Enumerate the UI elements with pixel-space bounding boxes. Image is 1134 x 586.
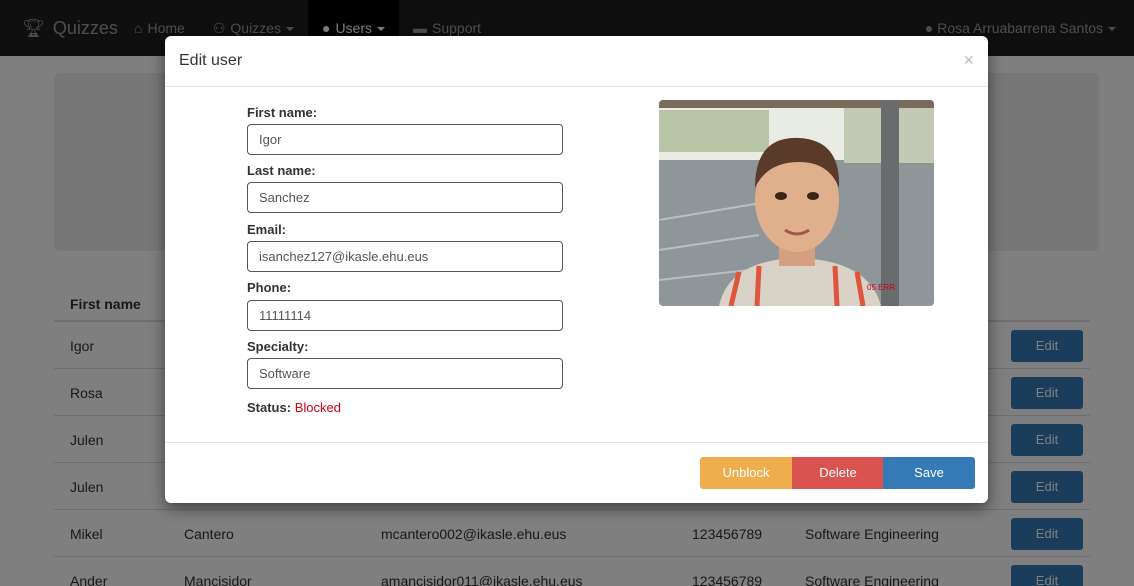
modal-footer: Unblock Delete Save	[165, 442, 988, 503]
close-icon[interactable]: ×	[963, 50, 974, 71]
phone-input[interactable]	[247, 300, 563, 331]
status-label: Status:	[247, 400, 292, 415]
last-name-input[interactable]	[247, 182, 563, 213]
specialty-input[interactable]	[247, 358, 563, 389]
save-button[interactable]: Save	[883, 457, 975, 489]
edit-user-modal: Edit user × First name: Last name: Email…	[165, 36, 988, 503]
email-input[interactable]	[247, 241, 563, 272]
first-name-label: First name:	[247, 105, 318, 120]
last-name-label: Last name:	[247, 163, 316, 178]
specialty-label: Specialty:	[247, 339, 309, 354]
user-photo: 05 ERR	[659, 100, 934, 306]
first-name-input[interactable]	[247, 124, 563, 155]
status-line: Status: Blocked	[247, 400, 341, 415]
modal-title: Edit user	[179, 52, 243, 69]
status-badge: Blocked	[294, 400, 341, 415]
delete-button[interactable]: Delete	[792, 457, 884, 489]
phone-label: Phone:	[247, 280, 292, 295]
email-label: Email:	[247, 222, 287, 237]
unblock-button[interactable]: Unblock	[700, 457, 792, 489]
svg-text:05 ERR: 05 ERR	[867, 283, 895, 292]
user-photo-image: 05 ERR	[659, 100, 934, 306]
modal-header: Edit user ×	[165, 36, 988, 87]
